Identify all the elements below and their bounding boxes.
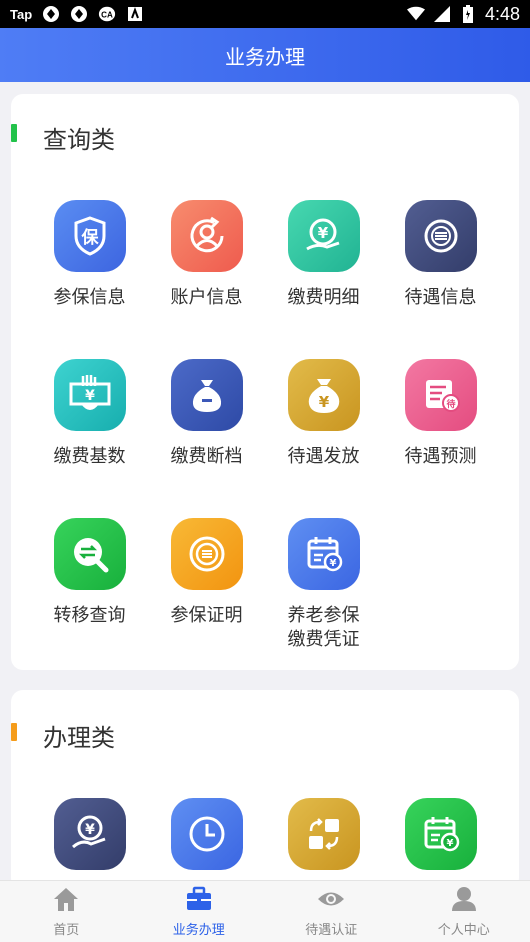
page-header: 业务办理: [0, 28, 530, 82]
svg-text:CA: CA: [101, 11, 113, 20]
battery-icon: [459, 5, 477, 23]
svg-text:¥: ¥: [318, 393, 329, 411]
handle-item-calendar-yuan[interactable]: ¥: [382, 798, 499, 870]
svg-text:¥: ¥: [329, 558, 336, 569]
tab-label: 业务办理: [172, 922, 225, 938]
money-bag-yuan-icon: ¥: [287, 359, 360, 431]
query-item-payment-gap[interactable]: 缴费断档: [148, 359, 265, 469]
item-label: 参保信息: [53, 287, 126, 308]
item-label: 待遇发放: [287, 446, 360, 467]
item-label-line2: 缴费凭证: [287, 629, 360, 650]
query-item-account-info[interactable]: 账户信息: [148, 200, 265, 310]
page-title: 业务办理: [225, 44, 305, 69]
briefcase-icon: [185, 886, 213, 916]
item-label: 缴费明细: [287, 287, 360, 308]
handle-section-title: 办理类: [43, 724, 115, 752]
query-item-treatment-payout[interactable]: ¥ 待遇发放: [265, 359, 382, 469]
home-icon: [52, 886, 80, 916]
item-label: 待遇信息: [404, 287, 477, 308]
forecast-list-icon: 待: [404, 359, 477, 431]
payment-base-card-icon: ¥: [53, 359, 126, 431]
handle-item-exchange[interactable]: [265, 798, 382, 870]
tab-treatment-auth[interactable]: 待遇认证: [265, 881, 398, 942]
query-item-insurance-info[interactable]: 保 参保信息: [31, 200, 148, 310]
tab-label: 首页: [53, 922, 80, 938]
svg-text:保: 保: [80, 227, 99, 248]
sync-icon-2: [70, 5, 88, 23]
item-label: 账户信息: [170, 287, 243, 308]
clock-time: 4:48: [484, 3, 520, 24]
query-section-title: 查询类: [43, 126, 115, 154]
transfer-search-icon: [53, 518, 126, 590]
yuan-hand-icon: ¥: [53, 798, 126, 870]
treatment-coin-icon: [404, 200, 477, 272]
bottom-tab-bar: 首页 业务办理 待遇认证 个人中心: [0, 880, 530, 942]
person-icon: [450, 886, 478, 916]
svg-text:¥: ¥: [446, 838, 453, 849]
query-item-transfer-search[interactable]: 转移查询: [31, 518, 148, 628]
svg-text:¥: ¥: [317, 224, 328, 242]
item-label-line1: 养老参保: [287, 605, 360, 626]
clock-icon: [170, 798, 243, 870]
section-marker: [11, 723, 17, 741]
tab-home[interactable]: 首页: [0, 881, 133, 942]
carrier-badge: Tap: [10, 6, 33, 22]
query-item-payment-base[interactable]: ¥ 缴费基数: [31, 359, 148, 469]
query-item-treatment-forecast[interactable]: 待 待遇预测: [382, 359, 499, 469]
query-item-insurance-certificate[interactable]: 参保证明: [148, 518, 265, 628]
money-bag-minus-icon: [170, 359, 243, 431]
handle-section-card: 办理类 ¥ ¥: [11, 690, 519, 890]
svg-text:待: 待: [446, 398, 455, 410]
svg-text:¥: ¥: [85, 388, 95, 404]
item-label: 转移查询: [53, 605, 126, 626]
calendar-yuan-icon: ¥: [404, 798, 477, 870]
store-icon: [126, 5, 144, 23]
wifi-icon: [406, 5, 425, 23]
item-label: 缴费基数: [53, 446, 126, 467]
certificate-coin-icon: [170, 518, 243, 590]
item-label: 缴费断档: [170, 446, 243, 467]
sync-icon: [42, 5, 60, 23]
tab-personal-center[interactable]: 个人中心: [398, 881, 530, 942]
account-person-icon: [170, 200, 243, 272]
exchange-blocks-icon: [287, 798, 360, 870]
query-section-card: 查询类 保 参保信息 账户信息 ¥ 缴费明细 待遇信息 ¥ 缴费基数 缴费断档 …: [11, 94, 519, 670]
insurance-shield-icon: 保: [53, 200, 126, 272]
svg-text:¥: ¥: [85, 822, 95, 838]
query-item-treatment-info[interactable]: 待遇信息: [382, 200, 499, 310]
signal-icon: [433, 5, 451, 23]
query-item-payment-detail[interactable]: ¥ 缴费明细: [265, 200, 382, 310]
eye-icon: [316, 886, 346, 916]
payment-hand-yuan-icon: ¥: [287, 200, 360, 272]
ca-icon: CA: [98, 5, 116, 23]
status-bar: Tap CA 4:48: [0, 0, 530, 28]
tab-label: 待遇认证: [305, 922, 358, 938]
item-label: 参保证明: [170, 605, 243, 626]
tab-business[interactable]: 业务办理: [133, 881, 266, 942]
item-label: 养老参保 缴费凭证: [265, 604, 382, 652]
handle-item-yuan-hand[interactable]: ¥: [31, 798, 148, 870]
pension-voucher-calendar-icon: ¥: [287, 518, 360, 590]
query-item-pension-voucher[interactable]: ¥ 养老参保 缴费凭证: [265, 518, 382, 652]
tab-label: 个人中心: [437, 922, 490, 938]
item-label: 待遇预测: [404, 446, 477, 467]
section-marker: [11, 124, 17, 142]
handle-item-clock[interactable]: [148, 798, 265, 870]
